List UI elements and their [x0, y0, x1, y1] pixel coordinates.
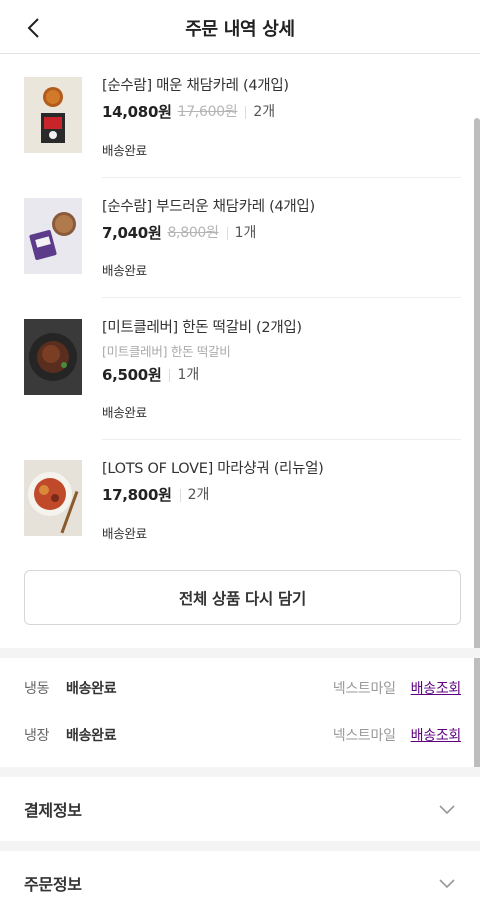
delivery-status: 배송완료 [102, 143, 147, 158]
sale-price: 6,500원 [102, 366, 162, 384]
quantity: 1개 [177, 367, 200, 383]
separator [245, 105, 247, 119]
track-shipment-link[interactable]: 배송조회 [411, 725, 462, 745]
product-info: [미트클레버] 한돈 떡갈비 (2개입) [미트클레버] 한돈 떡갈비 6,50… [102, 319, 461, 385]
product-name[interactable]: [LOTS OF LOVE] 마라샹궈 (리뉴얼) [102, 460, 461, 478]
scrollbar[interactable] [474, 118, 480, 770]
chevron-down-icon [439, 805, 455, 815]
shipment-type: 냉장 [24, 728, 50, 744]
price-row: 6,500원 1개 [102, 365, 461, 385]
quantity: 2개 [187, 487, 210, 503]
sale-price: 14,080원 [102, 103, 172, 121]
price-row: 7,040원 8,800원 1개 [102, 223, 461, 243]
original-price: 17,600원 [177, 104, 238, 120]
product-info: [순수람] 매운 채담카레 (4개입) 14,080원 17,600원 2개 [102, 77, 461, 122]
order-item[interactable]: [순수람] 부드러운 채담카레 (4개입) 7,040원 8,800원 1개 배… [24, 198, 461, 292]
order-item[interactable]: [LOTS OF LOVE] 마라샹궈 (리뉴얼) 17,800원 2개 배송완… [24, 460, 461, 554]
product-thumbnail[interactable] [24, 198, 82, 274]
shipment-row-chilled: 냉장 배송완료 넥스트마일 배송조회 [24, 723, 461, 747]
divider [102, 297, 461, 298]
chevron-down-icon [439, 879, 455, 889]
quantity: 2개 [253, 104, 276, 120]
top-bar: 주문 내역 상세 [0, 0, 480, 54]
carrier-name: 넥스트마일 [332, 681, 396, 697]
shipment-type: 냉동 [24, 681, 50, 697]
product-thumbnail[interactable] [24, 77, 82, 153]
separator [169, 368, 171, 382]
delivery-status: 배송완료 [102, 405, 147, 420]
original-price: 8,800원 [167, 225, 219, 241]
delivery-status: 배송완료 [102, 263, 147, 278]
shipment-actions: 넥스트마일 배송조회 [332, 725, 462, 745]
section-band [0, 648, 480, 658]
product-info: [LOTS OF LOVE] 마라샹궈 (리뉴얼) 17,800원 2개 [102, 460, 461, 505]
divider [102, 177, 461, 178]
shipment-status: 배송완료 [66, 728, 117, 744]
carrier-name: 넥스트마일 [332, 728, 396, 744]
sale-price: 17,800원 [102, 486, 172, 504]
separator [226, 226, 228, 240]
track-shipment-link[interactable]: 배송조회 [411, 678, 462, 698]
page-title: 주문 내역 상세 [185, 19, 295, 40]
delivery-status: 배송완료 [102, 526, 147, 541]
product-thumbnail[interactable] [24, 319, 82, 395]
quantity: 1개 [234, 225, 257, 241]
shipment-status: 배송완료 [66, 681, 117, 697]
shipment-row-frozen: 냉동 배송완료 넥스트마일 배송조회 [24, 676, 461, 700]
separator [179, 488, 181, 502]
order-item[interactable]: [미트클레버] 한돈 떡갈비 (2개입) [미트클레버] 한돈 떡갈비 6,50… [24, 319, 461, 420]
product-thumbnail[interactable] [24, 460, 82, 536]
price-row: 17,800원 2개 [102, 485, 461, 505]
product-info: [순수람] 부드러운 채담카레 (4개입) 7,040원 8,800원 1개 [102, 198, 461, 243]
product-option: [미트클레버] 한돈 떡갈비 [102, 344, 231, 359]
order-item[interactable]: [순수람] 매운 채담카레 (4개입) 14,080원 17,600원 2개 배… [24, 77, 461, 171]
payment-info-accordion[interactable]: 결제정보 [0, 777, 480, 841]
sale-price: 7,040원 [102, 224, 162, 242]
section-band [0, 841, 480, 851]
product-name[interactable]: [순수람] 부드러운 채담카레 (4개입) [102, 198, 461, 216]
accordion-title: 결제정보 [24, 801, 82, 820]
accordion-title: 주문정보 [24, 875, 82, 894]
divider [102, 439, 461, 440]
shipment-actions: 넥스트마일 배송조회 [332, 678, 462, 698]
add-all-to-cart-button[interactable]: 전체 상품 다시 담기 [24, 570, 461, 625]
section-band [0, 767, 480, 777]
price-row: 14,080원 17,600원 2개 [102, 102, 461, 122]
product-name[interactable]: [미트클레버] 한돈 떡갈비 (2개입) [102, 319, 461, 337]
order-info-accordion[interactable]: 주문정보 [0, 851, 480, 914]
product-name[interactable]: [순수람] 매운 채담카레 (4개입) [102, 77, 461, 95]
